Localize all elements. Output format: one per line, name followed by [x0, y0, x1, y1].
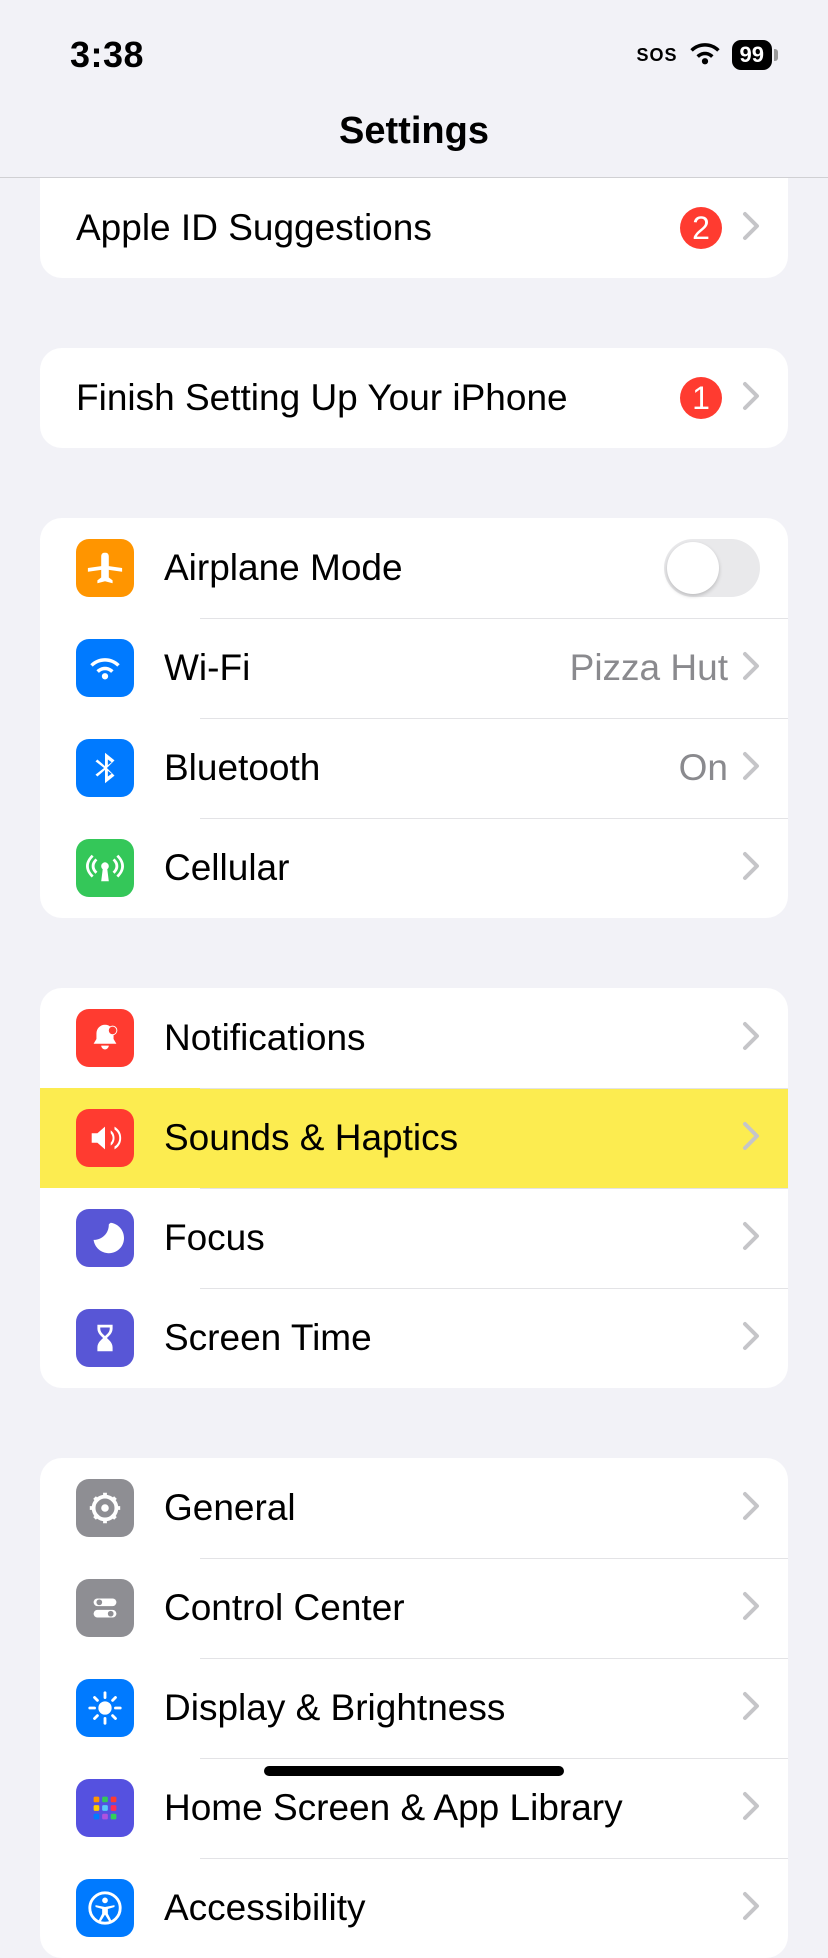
- row-cellular[interactable]: Cellular: [40, 818, 788, 918]
- battery-level: 99: [732, 40, 772, 70]
- general-icon: [76, 1479, 134, 1537]
- chevron-right-icon: [742, 1591, 760, 1626]
- home-indicator[interactable]: [264, 1766, 564, 1776]
- settings-group-finish-setup: Finish Setting Up Your iPhone 1: [40, 348, 788, 448]
- control-center-icon: [76, 1579, 134, 1637]
- settings-group-connectivity: Airplane Mode Wi-Fi Pizza Hut Bluetooth …: [40, 518, 788, 918]
- label: Wi-Fi: [164, 647, 570, 689]
- sounds-icon: [76, 1109, 134, 1167]
- chevron-right-icon: [742, 651, 760, 686]
- chevron-right-icon: [742, 751, 760, 786]
- row-screen-time[interactable]: Screen Time: [40, 1288, 788, 1388]
- row-notifications[interactable]: Notifications: [40, 988, 788, 1088]
- accessibility-icon: [76, 1879, 134, 1937]
- chevron-right-icon: [742, 1321, 760, 1356]
- row-accessibility[interactable]: Accessibility: [40, 1858, 788, 1958]
- row-display-brightness[interactable]: Display & Brightness: [40, 1658, 788, 1758]
- chevron-right-icon: [742, 1891, 760, 1926]
- label: Sounds & Haptics: [164, 1117, 742, 1159]
- row-bluetooth[interactable]: Bluetooth On: [40, 718, 788, 818]
- row-apple-id-suggestions[interactable]: Apple ID Suggestions 2: [40, 178, 788, 278]
- label: Bluetooth: [164, 747, 679, 789]
- row-airplane-mode[interactable]: Airplane Mode: [40, 518, 788, 618]
- chevron-right-icon: [742, 851, 760, 886]
- sos-indicator: SOS: [637, 45, 678, 66]
- wifi-icon: [688, 40, 722, 71]
- bluetooth-icon: [76, 739, 134, 797]
- label: Apple ID Suggestions: [76, 207, 680, 249]
- row-finish-setup[interactable]: Finish Setting Up Your iPhone 1: [40, 348, 788, 448]
- badge: 2: [680, 207, 722, 249]
- chevron-right-icon: [742, 211, 760, 246]
- settings-group-general: General Control Center Display & Brightn…: [40, 1458, 788, 1958]
- chevron-right-icon: [742, 1791, 760, 1826]
- bluetooth-status-value: On: [679, 747, 728, 789]
- label: Home Screen & App Library: [164, 1787, 742, 1829]
- row-wifi[interactable]: Wi-Fi Pizza Hut: [40, 618, 788, 718]
- chevron-right-icon: [742, 1691, 760, 1726]
- airplane-icon: [76, 539, 134, 597]
- home-screen-icon: [76, 1779, 134, 1837]
- badge: 1: [680, 377, 722, 419]
- status-bar: 3:38 SOS 99: [0, 0, 828, 110]
- chevron-right-icon: [742, 1021, 760, 1056]
- wifi-settings-icon: [76, 639, 134, 697]
- row-general[interactable]: General: [40, 1458, 788, 1558]
- focus-icon: [76, 1209, 134, 1267]
- settings-group-alerts: Notifications Sounds & Haptics Focus Scr…: [40, 988, 788, 1388]
- airplane-mode-switch[interactable]: [664, 539, 760, 597]
- label: General: [164, 1487, 742, 1529]
- row-sounds-haptics[interactable]: Sounds & Haptics: [40, 1088, 788, 1188]
- label: Display & Brightness: [164, 1687, 742, 1729]
- display-brightness-icon: [76, 1679, 134, 1737]
- label: Cellular: [164, 847, 742, 889]
- battery-indicator: 99: [732, 40, 778, 70]
- label: Control Center: [164, 1587, 742, 1629]
- cellular-icon: [76, 839, 134, 897]
- label: Airplane Mode: [164, 547, 664, 589]
- settings-group-account: Apple ID Suggestions 2: [40, 178, 788, 278]
- label: Finish Setting Up Your iPhone: [76, 377, 680, 419]
- label: Screen Time: [164, 1317, 742, 1359]
- label: Notifications: [164, 1017, 742, 1059]
- notifications-icon: [76, 1009, 134, 1067]
- label: Focus: [164, 1217, 742, 1259]
- status-time: 3:38: [70, 34, 144, 76]
- label: Accessibility: [164, 1887, 742, 1929]
- row-focus[interactable]: Focus: [40, 1188, 788, 1288]
- wifi-network-value: Pizza Hut: [570, 647, 728, 689]
- page-title: Settings: [0, 110, 828, 177]
- chevron-right-icon: [742, 1491, 760, 1526]
- chevron-right-icon: [742, 1121, 760, 1156]
- screen-time-icon: [76, 1309, 134, 1367]
- chevron-right-icon: [742, 1221, 760, 1256]
- chevron-right-icon: [742, 381, 760, 416]
- row-control-center[interactable]: Control Center: [40, 1558, 788, 1658]
